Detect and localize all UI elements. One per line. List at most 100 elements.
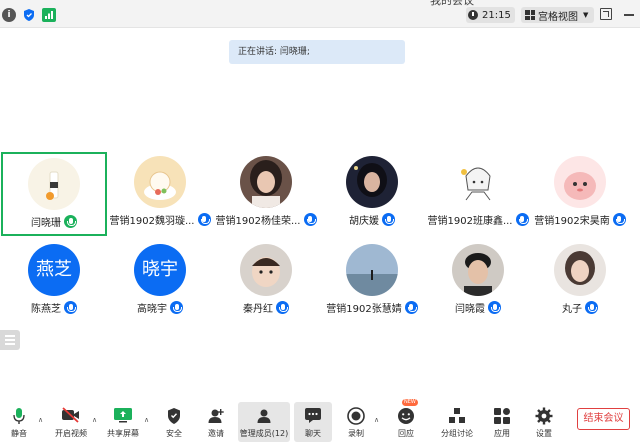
avatar <box>554 156 606 208</box>
chevron-down-icon: ▼ <box>583 11 589 19</box>
participant-name: 闫晓珊 <box>31 218 61 229</box>
participant-name-row: 营销1902杨佳荣... <box>213 212 319 227</box>
manage-members-button[interactable]: 管理成员(12) <box>238 402 290 442</box>
view-mode-button[interactable]: 宫格视图 ▼ <box>521 7 595 23</box>
participant-list-toggle[interactable] <box>0 330 20 350</box>
avatar: 晓宇 <box>134 244 186 296</box>
gear-icon <box>535 407 553 425</box>
manage-members-label: 管理成员(12) <box>239 429 289 438</box>
participant-name: 闫晓霞 <box>455 304 485 315</box>
participant-name: 丸子 <box>562 304 582 315</box>
network-signal-icon[interactable] <box>42 8 56 22</box>
participant-tile[interactable]: 燕芝 陈燕芝 <box>1 240 107 324</box>
chevron-up-icon[interactable]: ∧ <box>38 416 46 424</box>
add-user-icon <box>208 409 224 423</box>
invite-label: 邀请 <box>208 429 224 438</box>
minimize-icon[interactable] <box>624 14 634 16</box>
security-button[interactable]: 安全 <box>158 402 190 442</box>
clock-icon <box>468 10 478 20</box>
reactions-label: 回应 <box>398 429 414 438</box>
avatar <box>346 156 398 208</box>
chevron-up-icon[interactable]: ∧ <box>144 416 152 424</box>
apps-button[interactable]: 应用 <box>486 402 518 442</box>
record-icon <box>347 407 365 425</box>
meeting-window: 我的会议 i 21:15 宫格视图 ▼ 正在讲话: 闫晓珊; 闫晓珊 营销190… <box>0 0 640 442</box>
breakout-rooms-button[interactable]: 分组讨论 <box>438 402 476 442</box>
participant-name: 营销1902杨佳荣... <box>215 216 301 227</box>
microphone-icon <box>197 213 211 226</box>
microphone-icon <box>13 408 25 424</box>
participant-name: 秦丹红 <box>243 304 273 315</box>
start-video-label: 开启视频 <box>55 429 87 438</box>
meeting-toolbar: 静音 ∧ 开启视频 ∧ 共享屏幕 ∧ 安全 邀请 管理成员(12) 聊天 录制 … <box>0 399 640 442</box>
invite-button[interactable]: 邀请 <box>200 402 232 442</box>
record-label: 录制 <box>348 429 364 438</box>
fullscreen-icon[interactable] <box>600 8 612 20</box>
participant-name: 陈燕芝 <box>31 304 61 315</box>
apps-icon <box>494 408 510 424</box>
chat-button[interactable]: 聊天 <box>294 402 332 442</box>
chevron-up-icon[interactable]: ∧ <box>92 416 100 424</box>
participant-name: 营销1902魏羽璇... <box>109 216 195 227</box>
mute-button[interactable]: 静音 <box>2 402 36 442</box>
participant-name-row: 高晓宇 <box>107 300 213 315</box>
microphone-icon <box>64 215 77 228</box>
participant-tile[interactable]: 营销1902宋昊南 <box>527 152 633 236</box>
microphone-icon <box>382 213 395 226</box>
participant-name-row: 秦丹红 <box>213 300 319 315</box>
share-screen-button[interactable]: 共享屏幕 <box>104 402 142 442</box>
participant-name-row: 营销1902班康鑫... <box>425 212 531 227</box>
participant-tile[interactable]: 胡庆媛 <box>319 152 425 236</box>
participant-tile[interactable]: 闫晓珊 <box>1 152 107 236</box>
top-bar: 我的会议 i 21:15 宫格视图 ▼ <box>0 0 640 28</box>
participant-tile[interactable]: 营销1902魏羽璇... <box>107 152 213 236</box>
info-icon[interactable]: i <box>2 8 16 22</box>
share-screen-icon <box>114 408 132 423</box>
participant-name-row: 闫晓霞 <box>425 300 531 315</box>
participant-name: 营销1902班康鑫... <box>427 216 513 227</box>
participant-name-row: 闫晓珊 <box>3 214 105 229</box>
avatar <box>28 158 80 210</box>
participant-tile[interactable]: 秦丹红 <box>213 240 319 324</box>
microphone-icon <box>64 301 77 314</box>
microphone-icon <box>404 301 418 314</box>
security-label: 安全 <box>166 429 182 438</box>
participant-name: 营销1902宋昊南 <box>534 216 610 227</box>
participant-tile[interactable]: 丸子 <box>527 240 633 324</box>
participant-tile[interactable]: 营销1902张慧婧 <box>319 240 425 324</box>
meeting-time: 21:15 <box>482 9 511 21</box>
participant-name-row: 陈燕芝 <box>1 300 107 315</box>
avatar <box>346 244 398 296</box>
record-button[interactable]: 录制 <box>340 402 372 442</box>
avatar <box>452 244 504 296</box>
microphone-icon <box>612 213 626 226</box>
participant-tile[interactable]: 晓宇 高晓宇 <box>107 240 213 324</box>
microphone-icon <box>303 213 317 226</box>
meeting-timer[interactable]: 21:15 <box>466 7 515 23</box>
avatar <box>554 244 606 296</box>
participant-name: 营销1902张慧婧 <box>326 304 402 315</box>
chat-icon <box>305 408 321 423</box>
shield-icon[interactable] <box>22 8 36 22</box>
participant-tile[interactable]: 闫晓霞 <box>425 240 531 324</box>
active-speaker-banner: 正在讲话: 闫晓珊; <box>229 40 405 64</box>
start-video-button[interactable]: 开启视频 <box>52 402 90 442</box>
shield-icon <box>168 408 180 424</box>
participant-name-row: 胡庆媛 <box>319 212 425 227</box>
participant-name-row: 营销1902张慧婧 <box>319 300 425 315</box>
new-badge: NEW <box>402 399 418 406</box>
participant-tile[interactable]: 营销1902班康鑫... <box>425 152 531 236</box>
settings-label: 设置 <box>536 429 552 438</box>
chat-label: 聊天 <box>305 429 321 438</box>
share-screen-label: 共享屏幕 <box>107 429 139 438</box>
microphone-icon <box>488 301 501 314</box>
participant-name: 高晓宇 <box>137 304 167 315</box>
settings-button[interactable]: 设置 <box>528 402 560 442</box>
video-off-icon <box>62 407 79 423</box>
participant-tile[interactable]: 营销1902杨佳荣... <box>213 152 319 236</box>
participant-name-row: 营销1902魏羽璇... <box>107 212 213 227</box>
chevron-up-icon[interactable]: ∧ <box>374 416 382 424</box>
end-meeting-button[interactable]: 结束会议 <box>577 408 630 430</box>
reactions-button[interactable]: NEW 回应 <box>390 399 422 442</box>
breakout-icon <box>449 408 465 423</box>
